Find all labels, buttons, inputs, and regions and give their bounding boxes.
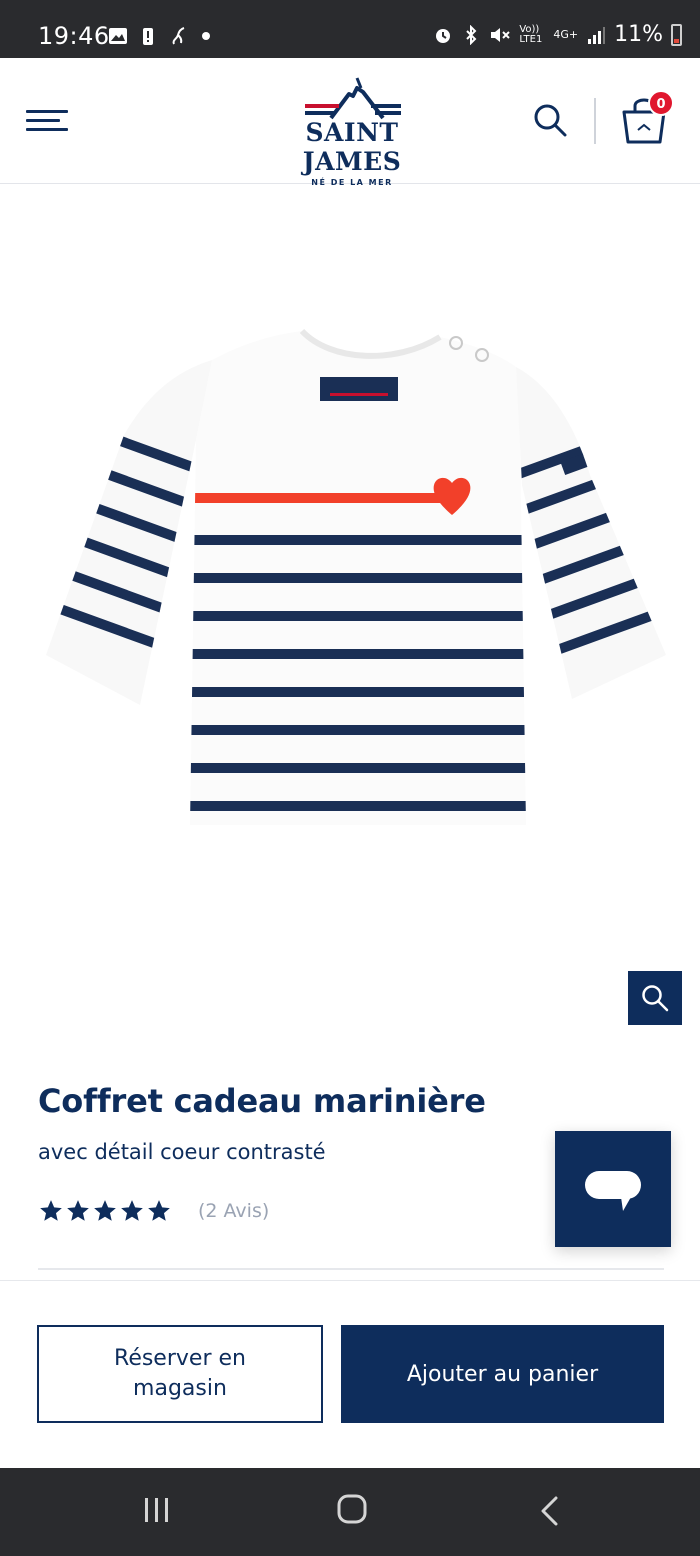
mariniere-shirt-illustration — [46, 328, 666, 825]
product-rating[interactable]: (2 Avis) — [38, 1198, 269, 1224]
alarm-icon — [436, 28, 451, 43]
brand-logo[interactable]: SAINT JAMES NÉ DE LA MER — [262, 74, 442, 187]
back-icon[interactable] — [536, 1494, 562, 1528]
status-time: 19:46 — [38, 22, 110, 50]
logo-mountain-icon — [305, 77, 401, 120]
chat-button[interactable] — [555, 1131, 671, 1247]
header-divider — [594, 98, 596, 144]
product-image[interactable] — [0, 185, 700, 1015]
zoom-icon — [642, 985, 669, 1012]
recent-apps-icon[interactable] — [142, 1495, 172, 1525]
signal-icon — [588, 26, 606, 44]
app-notification-icon — [172, 27, 185, 45]
rating-stars — [38, 1198, 172, 1224]
brand-name: SAINT JAMES — [302, 118, 402, 176]
more-notifications-dot — [202, 32, 210, 40]
volte-indicator: Vo)) LTE1 — [519, 23, 543, 45]
star-icon — [67, 1200, 89, 1221]
product-subtitle: avec détail coeur contrasté — [38, 1140, 326, 1164]
home-icon[interactable] — [336, 1493, 368, 1525]
bluetooth-icon — [466, 24, 477, 45]
status-bar: 19:46 Vo)) LTE1 4G+ 11% — [0, 0, 700, 58]
gallery-icon — [109, 28, 127, 44]
star-icon — [148, 1200, 170, 1221]
mute-icon — [491, 27, 511, 42]
status-system-icons: Vo)) LTE1 4G+ 11% — [433, 22, 682, 47]
divider — [38, 1268, 664, 1270]
site-header: SAINT JAMES NÉ DE LA MER — [0, 58, 700, 187]
cart-count-badge: 0 — [648, 90, 674, 116]
system-navigation-bar — [0, 1468, 700, 1556]
add-to-cart-button[interactable]: Ajouter au panier — [341, 1325, 664, 1423]
shirt-label — [320, 377, 398, 401]
battery-alert-icon — [143, 28, 153, 45]
reserve-in-store-button[interactable]: Réserver en magasin — [37, 1325, 323, 1423]
red-stripe — [190, 493, 440, 503]
battery-percent: 11% — [614, 22, 663, 47]
status-notification-icons — [108, 26, 210, 46]
search-icon[interactable] — [530, 100, 570, 140]
menu-icon[interactable] — [26, 110, 68, 134]
reviews-count-link[interactable]: (2 Avis) — [198, 1200, 269, 1222]
zoom-image-button[interactable] — [628, 971, 682, 1025]
battery-icon — [671, 23, 682, 46]
product-title: Coffret cadeau marinière — [38, 1082, 486, 1120]
network-type: 4G+ — [553, 28, 579, 41]
star-icon — [94, 1200, 116, 1221]
chat-bubble-icon — [585, 1171, 641, 1211]
star-icon — [121, 1200, 143, 1221]
star-icon — [40, 1200, 62, 1221]
